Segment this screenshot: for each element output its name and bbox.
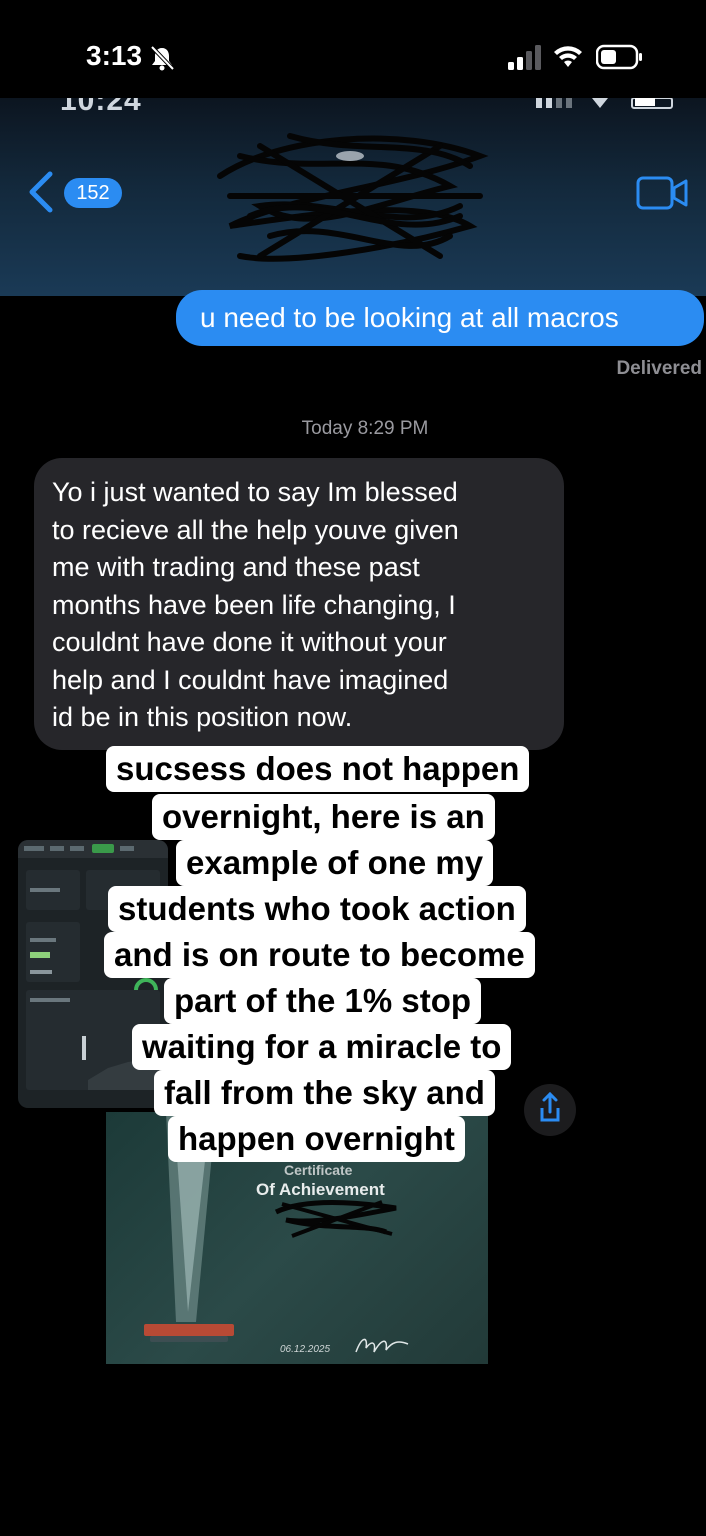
received-message-line: couldnt have done it without your — [52, 627, 447, 657]
chevron-left-icon[interactable] — [26, 170, 56, 214]
caption-line: waiting for a miracle to — [132, 1024, 512, 1070]
sent-message-bubble[interactable]: u need to be looking at all macros — [176, 290, 704, 346]
certificate-title: Of Achievement — [256, 1180, 385, 1199]
sent-message-text: u need to be looking at all macros — [200, 302, 619, 333]
unread-count-badge[interactable]: 152 — [64, 178, 122, 208]
inner-status-time: 10:24 — [60, 98, 142, 117]
caption-line: example of one my — [176, 840, 494, 886]
received-message-line: help and I couldnt have imagined — [52, 664, 449, 695]
received-message-line: months have been life changing, I — [52, 589, 456, 620]
bell-slash-icon — [150, 45, 175, 71]
received-message-line: to recieve all the help youve given — [52, 514, 459, 545]
wifi-icon — [554, 46, 582, 67]
caption-line: happen overnight — [168, 1116, 465, 1162]
inner-status-icons — [536, 98, 673, 109]
certificate-date: 06.12.2025 — [280, 1344, 331, 1355]
status-bar: 3:13 — [0, 0, 706, 98]
received-message-line: me with trading and these past — [52, 552, 420, 582]
signature-graphic — [355, 1338, 409, 1353]
received-message-line: Yo i just wanted to say Im blessed — [52, 477, 458, 507]
status-time: 3:13 — [86, 40, 143, 71]
caption-line: part of the 1% stop — [164, 978, 482, 1024]
redacted-contact-scribble — [217, 133, 489, 262]
battery-icon — [596, 44, 642, 70]
caption-line: and is on route to become — [104, 932, 535, 978]
received-message-line: id be in this position now. — [52, 702, 353, 732]
caption-line: students who took action — [108, 886, 526, 932]
delivered-status: Delivered — [616, 358, 702, 379]
caption-line: overnight, here is an — [152, 794, 495, 840]
certificate-partial-title: Certificate — [284, 1162, 353, 1178]
caption-line: fall from the sky and — [154, 1070, 495, 1116]
caption-line: sucsess does not happen — [106, 746, 530, 792]
received-message-bubble[interactable]: Yo i just wanted to say Im blessed to re… — [34, 458, 564, 750]
video-camera-icon[interactable] — [636, 176, 688, 210]
inner-chat-header: 10:24 152 — [0, 98, 706, 296]
cellular-signal-icon — [508, 45, 541, 70]
message-timestamp: Today 8:29 PM — [301, 418, 429, 439]
share-icon[interactable] — [522, 1080, 578, 1140]
